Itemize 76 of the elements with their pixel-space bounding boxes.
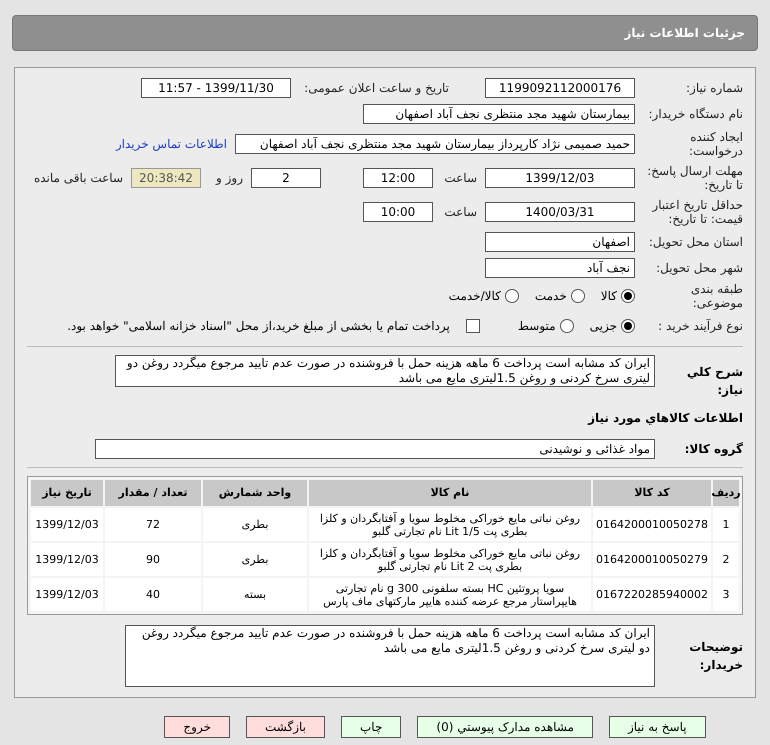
deadline-time-field: 12:00 <box>363 168 433 188</box>
validity-date-field: 1400/03/31 <box>485 202 635 222</box>
field-label: استان محل تحویل: <box>648 235 743 249</box>
payment-label: پرداخت تمام یا بخشی از مبلغ خرید،از محل "اسناد خزانه اسلامی" خواهد بود. <box>67 318 450 335</box>
action-button[interactable]: بازگشت <box>246 716 325 738</box>
announce-date-field: 1399/11/30 - 11:57 <box>141 78 291 98</box>
radio-label: خدمت <box>534 288 567 305</box>
field-label: طبقه بندی موضوعی: <box>690 282 743 310</box>
table-cell: 1399/12/03 <box>31 543 103 576</box>
radio-button[interactable] <box>621 289 635 303</box>
field-label: شهر محل تحویل: <box>655 261 743 275</box>
action-button[interactable]: پاسخ به نیاز <box>608 716 706 738</box>
radio-label: جزیی <box>590 318 617 335</box>
field-label: ساعت <box>443 171 477 185</box>
deadline-date-field: 1399/12/03 <box>485 168 635 188</box>
column-header: تاریخ نیاز <box>31 480 103 506</box>
buyer-org-field: بیمارستان شهید مجد منتظری نجف آباد اصفهان <box>363 104 635 124</box>
field-label: گروه کالا: <box>684 441 743 458</box>
column-header: واحد شمارش <box>203 480 307 506</box>
radio-label: متوسط <box>518 318 556 335</box>
field-label: نوع فرآیند خرید : <box>657 319 743 333</box>
action-button[interactable]: مشاهده مدارک پیوستي (0) <box>417 716 593 738</box>
table-cell: 40 <box>105 578 201 611</box>
radio-button[interactable] <box>621 319 635 333</box>
radio-button[interactable] <box>570 289 585 303</box>
table-cell: 2 <box>713 543 739 576</box>
checkbox[interactable] <box>466 319 480 333</box>
action-button[interactable]: خروج <box>164 716 230 738</box>
buyer-notes-box: ایران کد مشابه است پرداخت 6 ماهه هزینه حمل با فروشنده در صورت عدم تایید مرجوع میگردد روغن دو لیتری سرخ کردنی و روغن 1.5لیتری مایع می باشد <box>125 625 655 687</box>
table-cell: روغن نباتی مایع خوراکی مخلوط سویا و آفتابگردان و کلزا بطری پت Lit 1/5 نام تجارتی گلبو <box>309 508 591 541</box>
column-header: کد کالا <box>593 480 711 506</box>
table-cell: بطری <box>203 543 307 576</box>
field-label: شرح کلي نياز: <box>686 364 743 399</box>
section-title: اطلاعات کالاهاي مورد نياز <box>586 410 743 427</box>
table-cell: 0164200010050279 <box>593 543 711 576</box>
table-cell: روغن نباتی مایع خوراکی مخلوط سویا و آفتابگردان و کلزا بطری پت Lit 2 نام تجارتی گلبو <box>309 543 591 576</box>
need-number-field: 1199092112000176 <box>485 78 635 98</box>
requester-field: حمید صمیمی نژاد کارپرداز بیمارستان شهید مجد منتظری نجف آباد اصفهان <box>235 134 635 154</box>
field-label: تاریخ و ساعت اعلان عمومی: <box>303 81 449 95</box>
table-cell: بسته <box>203 578 307 611</box>
table-cell: 1399/12/03 <box>31 508 103 541</box>
table-cell: 72 <box>105 508 201 541</box>
city-field: نجف آباد <box>485 258 635 278</box>
radio-button[interactable] <box>504 289 519 303</box>
table-cell: 3 <box>713 578 739 611</box>
column-header: نام کالا <box>309 480 591 506</box>
column-header: تعداد / مقدار <box>105 480 201 506</box>
validity-time-field: 10:00 <box>363 202 433 222</box>
radio-label: کالا <box>600 288 617 305</box>
description-box: ایران کد مشابه است پرداخت 6 ماهه هزینه حمل با فروشنده در صورت عدم تایید مرجوع میگردد روغن دو لیتری سرخ کردنی و روغن 1.5لیتری مایع می باشد <box>115 355 655 387</box>
field-label: ساعت <box>443 205 477 219</box>
field-label: ایجاد کننده درخواست: <box>688 130 743 158</box>
radio-button[interactable] <box>560 319 574 333</box>
remaining-time-field: 20:38:42 <box>131 168 201 188</box>
field-label: نام دستگاه خریدار: <box>648 107 743 121</box>
province-field: اصفهان <box>485 232 635 252</box>
table-cell: 90 <box>105 543 201 576</box>
radio-label: کالا/خدمت <box>448 288 501 305</box>
table-cell: 0164200010050278 <box>593 508 711 541</box>
table-cell: 1399/12/03 <box>31 578 103 611</box>
field-label: روز و <box>214 171 243 185</box>
table-cell: بطری <box>203 508 307 541</box>
days-field: 2 <box>251 168 321 188</box>
field-label: مهلت ارسال پاسخ: تا تاریخ: <box>646 164 743 192</box>
goods-group-field: مواد غذائی و نوشیدنی <box>95 439 655 459</box>
buyer-contact-link[interactable]: اطلاعات تماس خریدار <box>116 135 227 153</box>
field-label: ساعت باقی مانده <box>33 171 123 185</box>
field-label: شماره نیاز: <box>685 81 743 95</box>
table-cell: 0167220285940002 <box>593 578 711 611</box>
column-header: ردیف <box>713 480 739 506</box>
table-cell: سویا پروتئین HC بسته سلفونی 300 g نام تجارتی هایپراستار مرجع عرضه کننده هایپر مارکتهای ماف پارس <box>309 578 591 611</box>
table-cell: 1 <box>713 508 739 541</box>
page-title: جزئیات اطلاعات نیاز <box>624 25 745 42</box>
field-label: توضیحات خریدار: <box>688 639 743 674</box>
field-label: حداقل تاریخ اعتبار قیمت: تا تاریخ: <box>650 198 743 226</box>
action-button[interactable]: چاپ <box>341 716 402 738</box>
